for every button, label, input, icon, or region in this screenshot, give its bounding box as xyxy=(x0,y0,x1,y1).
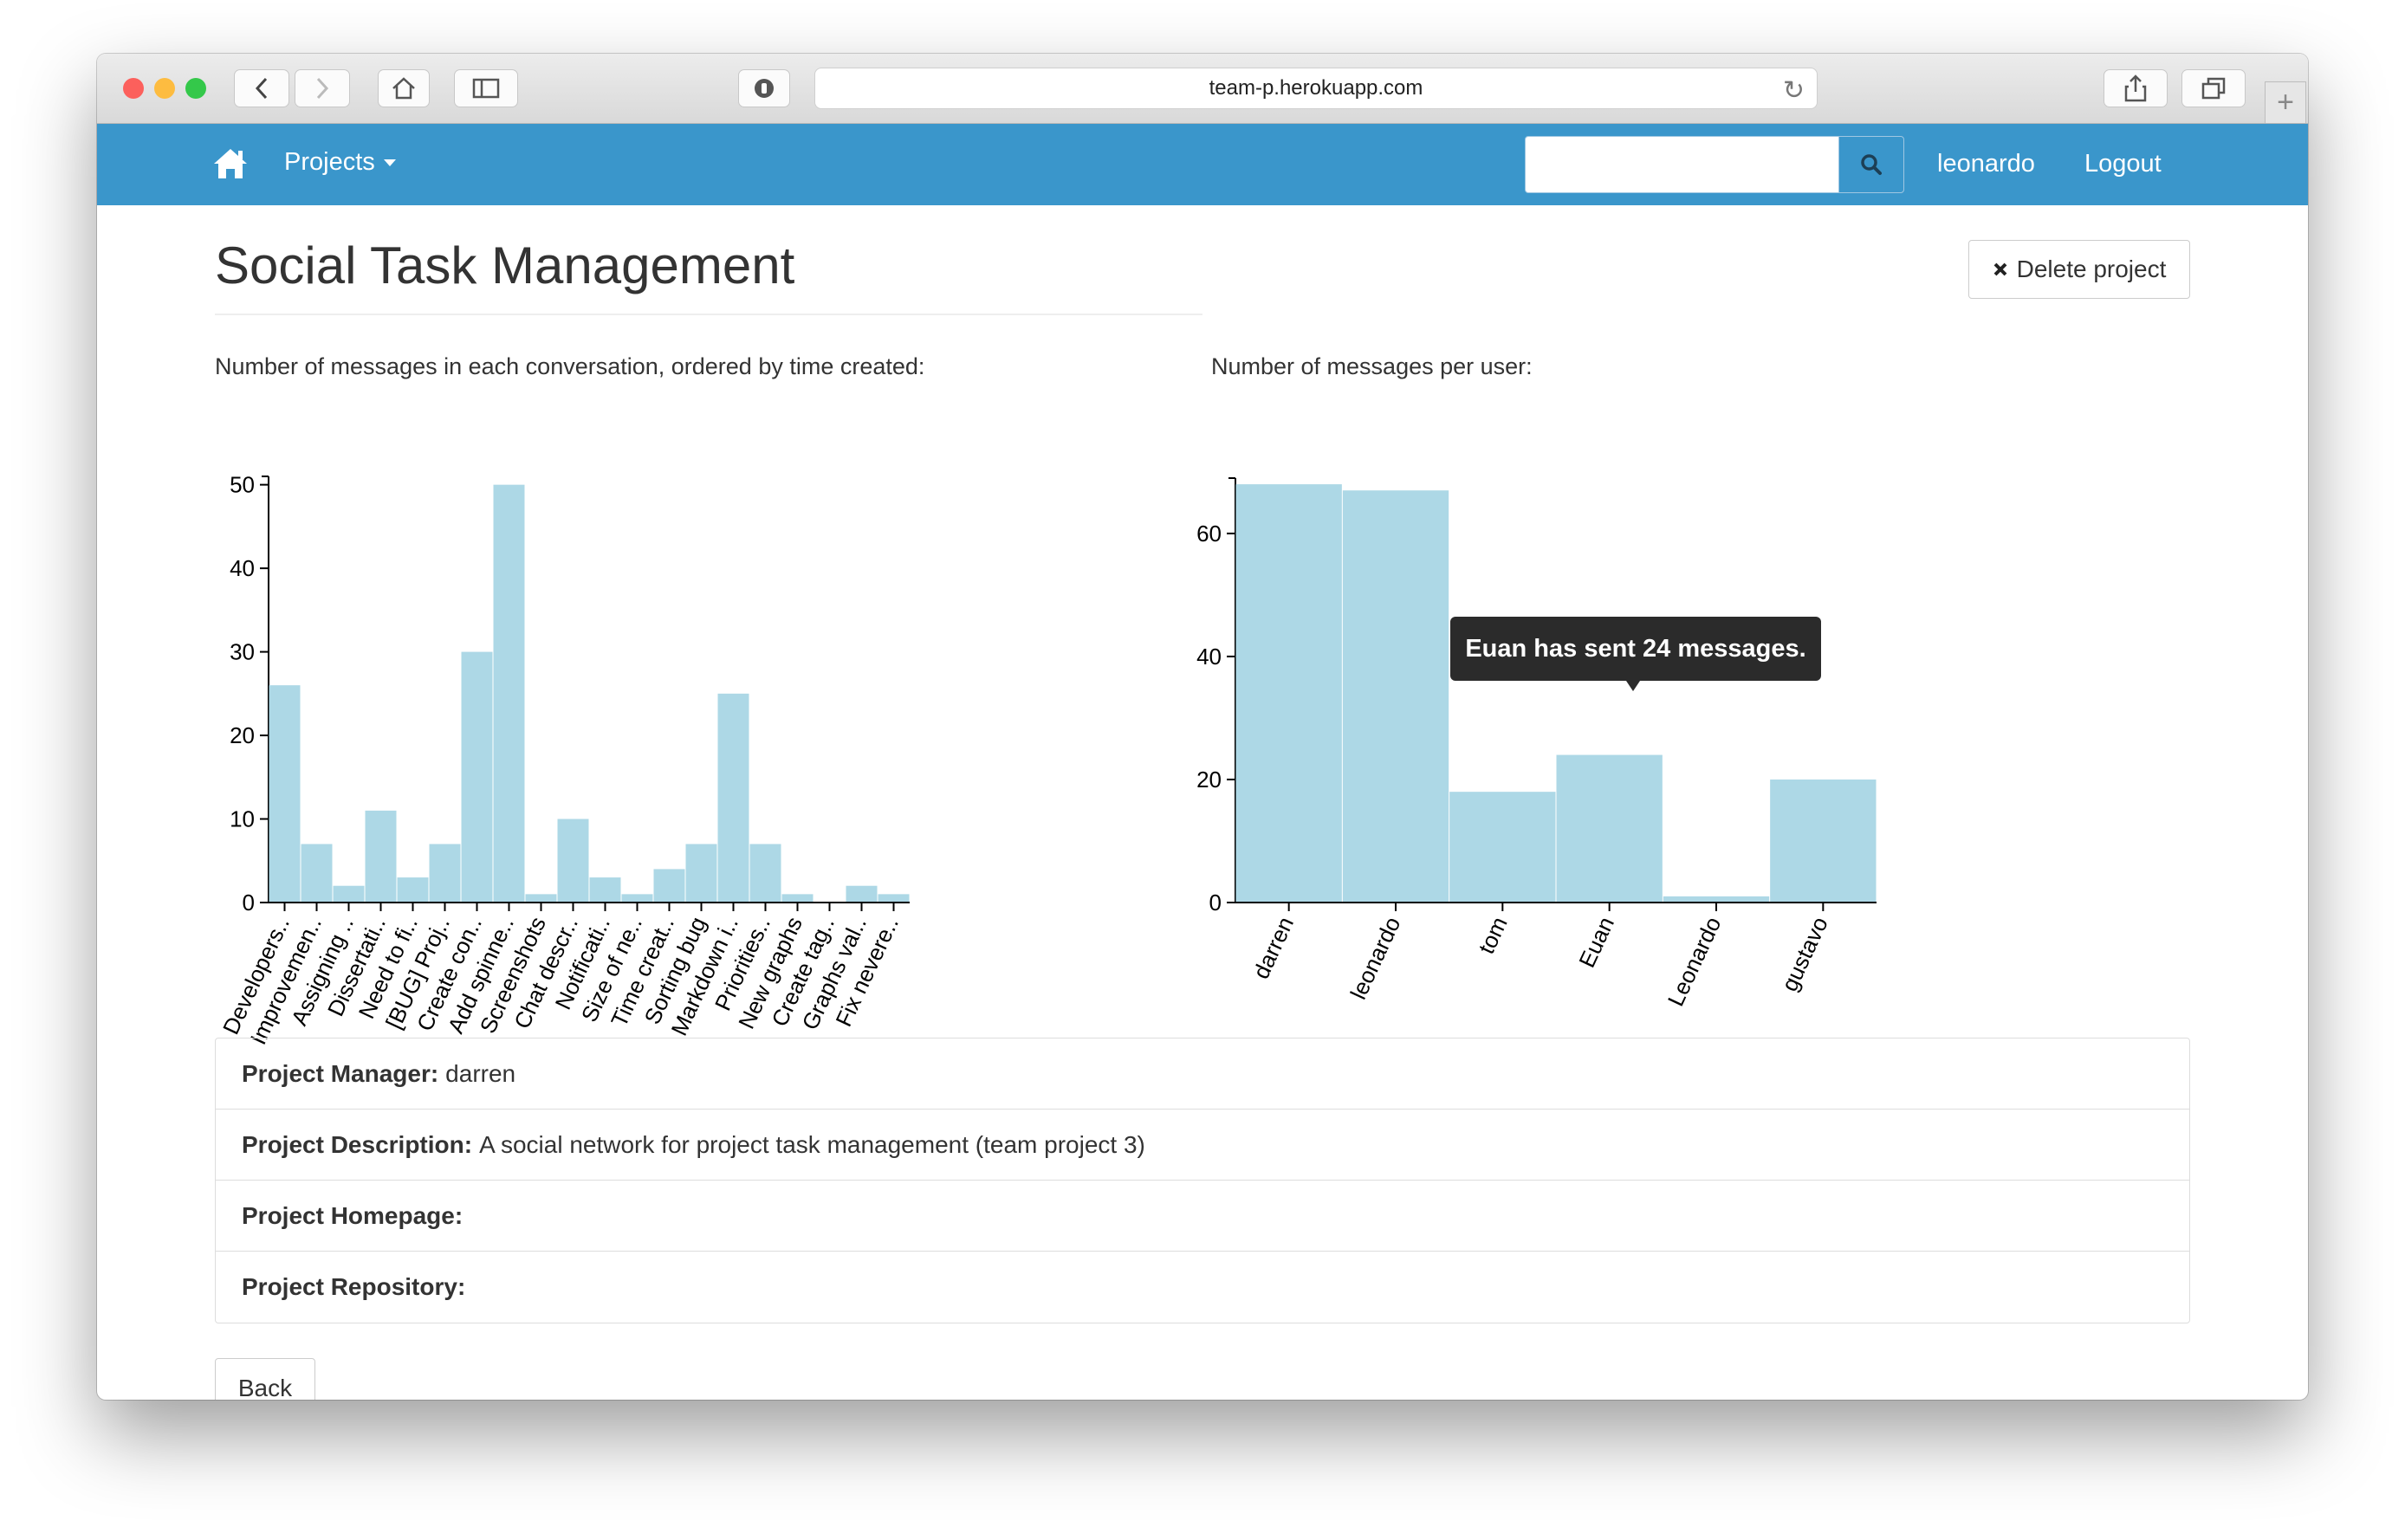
bar xyxy=(525,894,557,903)
close-window-button[interactable] xyxy=(123,78,144,99)
search-icon xyxy=(1861,154,1882,175)
bar xyxy=(717,693,749,903)
project-repository-label: Project Repository: xyxy=(242,1273,466,1300)
project-manager-value: darren xyxy=(445,1059,516,1087)
title-divider xyxy=(215,314,1202,315)
chart-tooltip: Euan has sent 24 messages. xyxy=(1450,617,1821,681)
project-manager-label: Project Manager: xyxy=(242,1059,439,1087)
y-tick-label: 30 xyxy=(230,639,255,665)
caret-down-icon xyxy=(383,159,396,167)
privacy-shield-button[interactable] xyxy=(738,69,790,107)
minimize-window-button[interactable] xyxy=(154,78,175,99)
forward-nav-button[interactable] xyxy=(295,69,350,107)
y-tick-label: 10 xyxy=(230,806,255,832)
chevron-right-icon xyxy=(316,77,329,100)
y-tick-label: 40 xyxy=(230,555,255,581)
tabs-overview-button[interactable] xyxy=(2181,69,2246,107)
bar xyxy=(653,869,685,903)
bar xyxy=(461,651,493,903)
project-manager-row: Project Manager: darren xyxy=(216,1039,2189,1110)
chevron-left-icon xyxy=(255,77,268,100)
home-icon[interactable] xyxy=(211,146,250,181)
bar xyxy=(333,885,365,903)
bar xyxy=(589,877,621,903)
home-outline-icon xyxy=(392,77,415,100)
reload-icon[interactable]: ↻ xyxy=(1783,75,1805,106)
project-description-row: Project Description: A social network fo… xyxy=(216,1110,2189,1181)
projects-label: Projects xyxy=(284,148,375,176)
bar xyxy=(621,894,653,903)
address-bar[interactable]: team-p.herokuapp.com ↻ xyxy=(814,68,1818,109)
url-text: team-p.herokuapp.com xyxy=(1209,76,1423,100)
bar xyxy=(1235,484,1342,903)
project-description-label: Project Description: xyxy=(242,1130,473,1158)
search-input[interactable] xyxy=(1525,136,1840,193)
bar xyxy=(685,844,717,903)
user-messages-chart: 0 20 40 60 darren leonardo tom Euan Leonardo gust… xyxy=(1196,477,1877,1010)
logout-link[interactable]: Logout xyxy=(2084,150,2162,178)
zoom-window-button[interactable] xyxy=(185,78,206,99)
delete-project-button[interactable]: Delete project xyxy=(1968,240,2190,299)
remove-icon xyxy=(1993,262,2007,276)
bar xyxy=(557,819,589,903)
browser-toolbar: team-p.herokuapp.com ↻ + xyxy=(97,54,2308,124)
bar xyxy=(1770,779,1877,903)
tabs-icon xyxy=(2201,77,2226,100)
browser-home-button[interactable] xyxy=(378,69,430,107)
bar xyxy=(781,894,814,903)
sidebar-toggle-button[interactable] xyxy=(454,69,518,107)
bar xyxy=(1556,754,1663,903)
bar xyxy=(749,844,781,903)
sidebar-icon xyxy=(472,78,500,99)
shield-icon xyxy=(755,79,774,98)
x-tick-label: tom xyxy=(1473,913,1513,958)
bar xyxy=(1663,896,1770,903)
search-button[interactable] xyxy=(1838,136,1904,193)
x-tick-label: leonardo xyxy=(1345,913,1405,1003)
share-button[interactable] xyxy=(2104,69,2168,107)
bar xyxy=(1449,792,1556,903)
site-navbar: Projects leonardo Logout xyxy=(97,124,2308,205)
back-nav-button[interactable] xyxy=(234,69,289,107)
bar xyxy=(365,810,397,903)
bar xyxy=(878,894,910,903)
bar xyxy=(1342,490,1449,903)
bar xyxy=(429,844,461,903)
project-info-panel: Project Manager: darren Project Descript… xyxy=(215,1038,2190,1323)
browser-window: team-p.herokuapp.com ↻ + Projects leonar… xyxy=(97,54,2308,1400)
plus-icon: + xyxy=(2277,86,2294,119)
projects-dropdown[interactable]: Projects xyxy=(284,148,396,177)
bar xyxy=(397,877,429,903)
y-tick-label: 0 xyxy=(243,890,255,916)
bar xyxy=(846,885,878,903)
new-tab-button[interactable]: + xyxy=(2265,81,2306,123)
page-title: Social Task Management xyxy=(215,236,795,294)
y-tick-label: 0 xyxy=(1209,890,1222,916)
y-tick-label: 50 xyxy=(230,472,255,498)
bar xyxy=(493,484,525,903)
x-tick-label: Euan xyxy=(1573,913,1619,972)
x-tick-label: Leonardo xyxy=(1663,913,1727,1010)
x-tick-label: gustavo xyxy=(1776,913,1833,995)
project-homepage-row: Project Homepage: xyxy=(216,1181,2189,1252)
y-tick-label: 40 xyxy=(1196,644,1222,670)
share-icon xyxy=(2124,74,2147,102)
project-description-value: A social network for project task manage… xyxy=(479,1130,1145,1158)
bar xyxy=(269,685,301,903)
left-chart-caption: Number of messages in each conversation,… xyxy=(215,353,925,379)
right-chart-caption: Number of messages per user: xyxy=(1211,353,1533,379)
user-link[interactable]: leonardo xyxy=(1937,150,2035,178)
y-tick-label: 60 xyxy=(1196,521,1222,547)
y-tick-label: 20 xyxy=(230,722,255,748)
tooltip-arrow xyxy=(1626,681,1640,691)
bar xyxy=(301,844,333,903)
back-button[interactable]: Back xyxy=(215,1358,315,1400)
project-repository-row: Project Repository: xyxy=(216,1252,2189,1323)
x-tick-label: darren xyxy=(1248,913,1299,983)
y-tick-label: 20 xyxy=(1196,767,1222,793)
conversation-messages-chart: 01020304050Developers..Improvemen..Assig… xyxy=(217,472,910,1049)
project-homepage-label: Project Homepage: xyxy=(242,1201,463,1229)
delete-project-label: Delete project xyxy=(2016,256,2167,282)
